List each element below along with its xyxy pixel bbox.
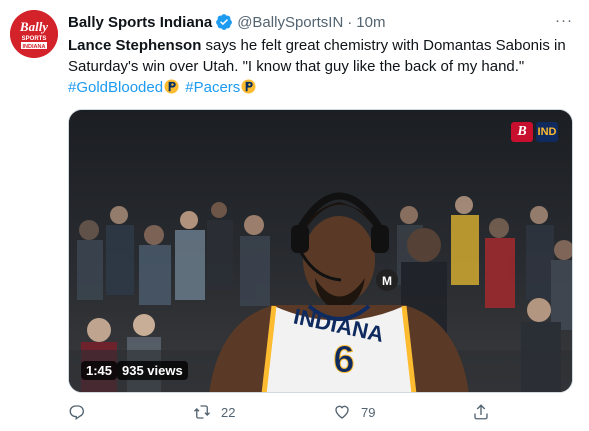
hashtag-goldblooded[interactable]: #GoldBlooded xyxy=(68,79,163,96)
svg-text:Bally: Bally xyxy=(19,19,48,34)
jersey-number: 6 xyxy=(333,339,354,381)
bally-badge: B xyxy=(511,122,533,142)
like-icon xyxy=(335,405,349,419)
share-button[interactable] xyxy=(472,403,490,421)
author-name[interactable]: Bally Sports Indiana xyxy=(68,14,212,31)
author-handle[interactable]: @BallySportsIN xyxy=(237,14,343,31)
retweet-icon xyxy=(194,405,210,419)
retweet-count: 22 xyxy=(221,404,236,420)
svg-text:M: M xyxy=(382,274,392,288)
mentioned-player: Lance Stephenson xyxy=(68,37,202,54)
share-icon xyxy=(474,404,488,420)
hashtag-pacers[interactable]: #Pacers xyxy=(185,79,240,96)
broadcast-badge: B IND xyxy=(511,122,558,142)
tweet-text: Lance Stephenson says he felt great chem… xyxy=(68,35,573,98)
svg-text:INDIANA: INDIANA xyxy=(23,44,46,50)
like-button[interactable]: 79 xyxy=(333,403,375,421)
video-player[interactable]: INDIANA 6 M B IND 1:45 935 views xyxy=(68,109,573,393)
avatar[interactable]: Bally SPORTS INDIANA xyxy=(10,10,58,58)
pacers-logo-icon xyxy=(164,79,179,94)
separator: · xyxy=(347,13,353,31)
pacers-badge: IND xyxy=(536,122,558,142)
video-views: 935 views xyxy=(117,361,188,380)
svg-text:SPORTS: SPORTS xyxy=(22,36,47,42)
video-thumbnail: INDIANA 6 M xyxy=(69,110,572,392)
like-count: 79 xyxy=(361,404,376,420)
timestamp[interactable]: 10m xyxy=(356,14,385,31)
reply-button[interactable] xyxy=(68,403,96,421)
tweet-actions: 22 79 xyxy=(68,403,573,427)
tweet-header: Bally Sports Indiana @BallySportsIN · 10… xyxy=(68,12,573,32)
more-icon[interactable]: ··· xyxy=(555,12,573,29)
video-duration: 1:45 xyxy=(81,361,118,380)
reply-icon xyxy=(69,405,84,421)
verified-badge-icon xyxy=(216,14,233,30)
retweet-button[interactable]: 22 xyxy=(193,403,235,421)
pacers-logo-icon xyxy=(241,79,256,94)
bally-sports-logo: Bally SPORTS INDIANA xyxy=(10,10,58,58)
